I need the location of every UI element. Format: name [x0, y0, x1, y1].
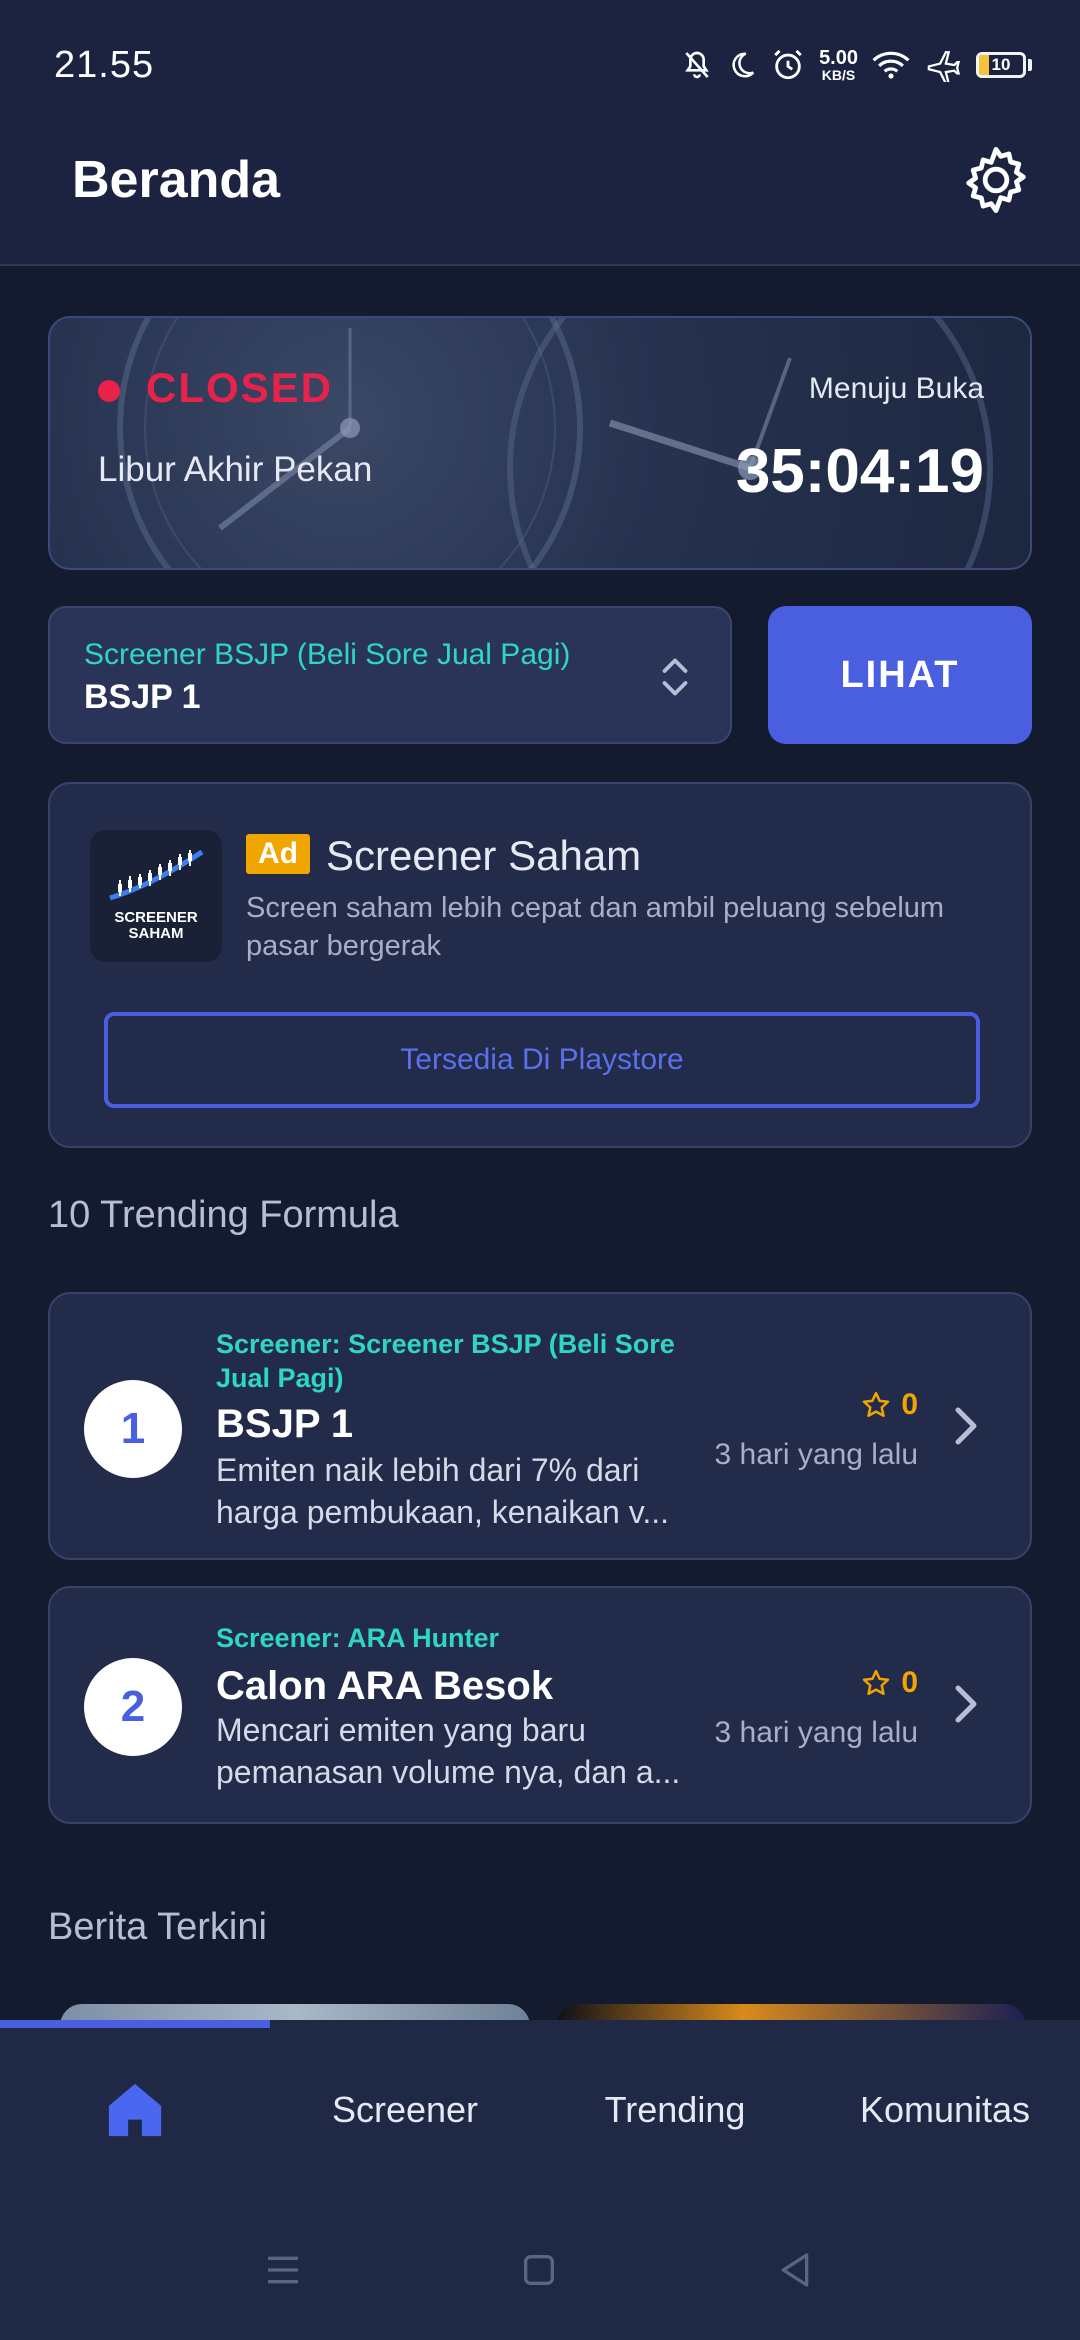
- ad-card[interactable]: SCREENER SAHAM Ad Screener Saham Screen s…: [48, 782, 1032, 1148]
- bell-off-icon: [685, 51, 709, 79]
- trending-item[interactable]: 1 Screener: Screener BSJP (Beli Sore Jua…: [48, 1292, 1032, 1560]
- playstore-button[interactable]: Tersedia Di Playstore: [104, 1012, 980, 1108]
- network-speed: 5.00 KB/S: [819, 47, 858, 83]
- battery-icon: 10: [976, 52, 1026, 78]
- gear-icon[interactable]: [960, 144, 1032, 216]
- trending-description: Emiten naik lebih dari 7% dari harga pem…: [216, 1452, 670, 1530]
- home-icon: [108, 2083, 162, 2137]
- news-thumbnail[interactable]: [556, 2004, 1026, 2020]
- trending-heading: 10 Trending Formula: [48, 1194, 399, 1236]
- countdown-timer: 35:04:19: [735, 437, 984, 506]
- trending-name: Calon ARA Besok: [216, 1664, 554, 1708]
- moon-icon: [732, 52, 755, 78]
- market-status-card: CLOSED Libur Akhir Pekan Menuju Buka 35:…: [48, 316, 1032, 570]
- ad-title: Screener Saham: [326, 832, 642, 879]
- menu-icon[interactable]: [262, 2250, 304, 2290]
- wifi-icon: [872, 51, 910, 79]
- page-title: Beranda: [72, 151, 281, 209]
- ad-logo-text-2: SAHAM: [128, 924, 184, 942]
- trending-description: Mencari emiten yang baru pemanasan volum…: [216, 1712, 681, 1790]
- screener-dropdown[interactable]: Screener BSJP (Beli Sore Jual Pagi) BSJP…: [48, 606, 732, 744]
- news-carousel[interactable]: [48, 1998, 1032, 2020]
- nav-komunitas[interactable]: Komunitas: [810, 2020, 1080, 2200]
- unfold-icon: [662, 658, 688, 696]
- trending-screener: Screener: ARA Hunter: [216, 1623, 500, 1653]
- chevron-right-icon: [955, 1685, 977, 1723]
- airplane-icon: [927, 51, 961, 82]
- star-icon: [863, 1669, 890, 1695]
- trending-name: BSJP 1: [216, 1402, 354, 1446]
- nav-home[interactable]: [0, 2020, 270, 2200]
- status-bar: 21.55 5.00 KB/S 10: [0, 0, 1080, 130]
- countdown-caption: Menuju Buka: [808, 372, 984, 405]
- market-status-label: CLOSED: [146, 364, 334, 411]
- bottom-navigation: Screener Trending Komunitas: [0, 2020, 1080, 2200]
- view-button[interactable]: LIHAT: [768, 606, 1032, 744]
- trending-time: 3 hari yang lalu: [714, 1716, 918, 1749]
- app-bar: Beranda: [0, 130, 1080, 266]
- rank-badge: 2: [84, 1658, 182, 1756]
- trending-item[interactable]: 2 Screener: ARA Hunter Calon ARA Besok M…: [48, 1586, 1032, 1824]
- star-count: 0: [861, 1666, 918, 1700]
- trending-time: 3 hari yang lalu: [714, 1438, 918, 1471]
- ad-badge: Ad: [246, 834, 310, 874]
- trending-screener: Screener: Screener BSJP (Beli Sore Jual …: [216, 1329, 675, 1393]
- alarm-icon: [774, 49, 802, 80]
- status-dot: [98, 380, 120, 402]
- status-time: 21.55: [54, 44, 155, 86]
- news-thumbnail[interactable]: [60, 2004, 530, 2020]
- system-navigation-bar: [0, 2200, 1080, 2340]
- market-closed-reason: Libur Akhir Pekan: [98, 450, 373, 489]
- ad-app-logo: SCREENER SAHAM: [90, 830, 222, 962]
- star-icon: [863, 1391, 890, 1417]
- news-heading: Berita Terkini: [48, 1906, 267, 1948]
- square-icon[interactable]: [518, 2250, 560, 2290]
- nav-trending[interactable]: Trending: [540, 2020, 810, 2200]
- rank-badge: 1: [84, 1380, 182, 1478]
- back-icon[interactable]: [774, 2250, 816, 2290]
- nav-screener[interactable]: Screener: [270, 2020, 540, 2200]
- screener-dropdown-caption: Screener BSJP (Beli Sore Jual Pagi): [84, 638, 571, 671]
- star-count: 0: [861, 1388, 918, 1422]
- ad-logo-text-1: SCREENER: [114, 909, 198, 926]
- status-icons: 5.00 KB/S 10: [681, 44, 1032, 86]
- chart-logo-icon: [109, 849, 204, 901]
- ad-description: Screen saham lebih cepat dan ambil pelua…: [246, 892, 945, 962]
- screener-dropdown-value: BSJP 1: [84, 678, 201, 716]
- chevron-right-icon: [955, 1407, 977, 1445]
